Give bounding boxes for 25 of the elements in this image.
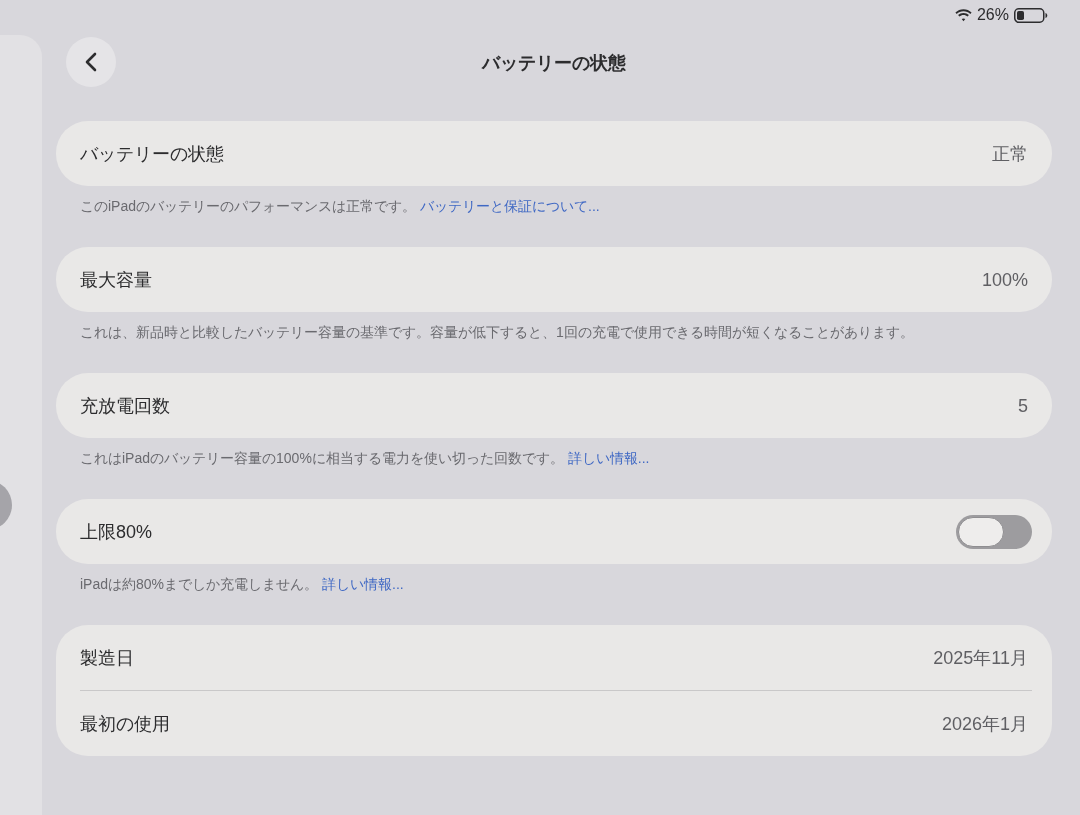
- row-value: 100%: [981, 268, 1028, 292]
- footer-text: iPadは約80%までしか充電しません。 詳しい情報...: [80, 575, 405, 594]
- footer-text: これは、新品時と比較したバッテリー容量の基準です。容量が低下すると、1回の充電で使用できる時間が短くなることがあります。: [80, 323, 915, 342]
- row-label: 充放電回数: [80, 394, 170, 418]
- row-label: 最初の使用: [80, 712, 170, 736]
- row-value: 正常: [992, 142, 1028, 166]
- battery-icon: [1014, 7, 1048, 23]
- battery-percentage: 26%: [976, 5, 1009, 25]
- toggle-switch[interactable]: [956, 514, 1032, 549]
- footer-text: このiPadのバッテリーのパフォーマンスは正常です。 バッテリーと保証について...: [80, 197, 601, 216]
- row-label: バッテリーの状態: [80, 142, 224, 166]
- row-value: 2026年1月: [941, 712, 1028, 736]
- row-label: 上限80%: [80, 520, 153, 544]
- row-label: 製造日: [80, 646, 134, 670]
- row-label: 最大容量: [80, 268, 152, 292]
- chevron-left-icon: [85, 52, 97, 72]
- row-value: 5: [1018, 394, 1028, 418]
- back-button[interactable]: [66, 37, 116, 87]
- wifi-icon: [954, 8, 972, 22]
- link[interactable]: 詳しい情報...: [322, 576, 404, 592]
- page-title: バッテリーの状態: [482, 52, 626, 75]
- footer-text: これはiPadのバッテリー容量の100%に相当する電力を使い切った回数です。 詳しい情報...: [80, 449, 651, 468]
- link[interactable]: 詳しい情報...: [567, 450, 650, 466]
- row-value: 2025年11月: [933, 646, 1028, 670]
- link[interactable]: バッテリーと保証について...: [420, 198, 600, 214]
